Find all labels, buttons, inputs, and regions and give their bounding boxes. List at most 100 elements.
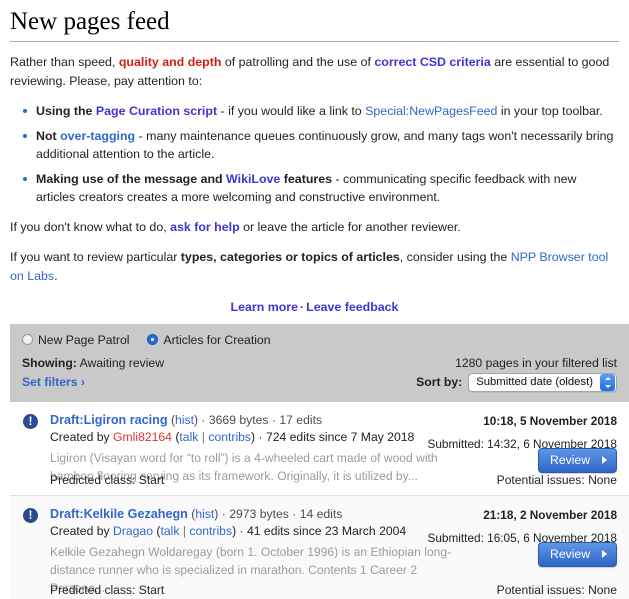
showing-label: Showing:: [22, 355, 77, 370]
leave-feedback-link[interactable]: Leave feedback: [306, 300, 398, 314]
radio-new-page-patrol[interactable]: New Page Patrol: [22, 333, 129, 347]
bullet-2-lead-text: Not: [36, 128, 61, 143]
author-edit-count: 724 edits since 7 May 2018: [265, 430, 415, 445]
contribs-link[interactable]: contribs: [208, 430, 251, 444]
learn-more-link[interactable]: Learn more: [231, 300, 298, 314]
talk-link[interactable]: talk: [160, 524, 179, 538]
radio-selected-icon[interactable]: [147, 334, 159, 346]
author-link[interactable]: Gmli82164: [113, 430, 172, 444]
potential-issues-label: Potential issues:: [496, 583, 585, 598]
learn-row-separator: ·: [300, 299, 305, 314]
bullet-1-rest-a: - if you would like a link to: [217, 103, 366, 118]
potential-issues-value: None: [588, 583, 617, 598]
review-button-label: Review: [550, 546, 590, 561]
caret-right-icon: [602, 455, 607, 464]
article-edits: 14 edits: [299, 506, 343, 521]
filtered-count: 1280 pages in your filtered list: [455, 355, 617, 370]
potential-issues-label: Potential issues:: [496, 472, 585, 487]
creation-timestamp: 10:18, 5 November 2018: [483, 413, 617, 428]
intro-paragraph-1: Rather than speed, quality and depth of …: [10, 53, 619, 91]
bullet-3-lead-tail: features: [280, 171, 332, 186]
ask-for-help-link[interactable]: ask for help: [170, 220, 240, 234]
potential-issues-value: None: [588, 472, 617, 487]
row-title-group: Draft:Kelkile Gezahegn (hist) · 2973 byt…: [50, 505, 342, 524]
sort-select[interactable]: Submitted date (oldest): [468, 372, 617, 392]
intro-p1-part-b: of patrolling and the use of: [221, 54, 375, 69]
showing-status: Showing: Awaiting review: [22, 356, 164, 370]
row-meta: (hist) · 3669 bytes · 17 edits: [170, 412, 323, 427]
sort-control-group: Sort by: Submitted date (oldest): [416, 372, 617, 392]
submitted-label: Submitted:: [427, 436, 484, 451]
intro-p3-bold: types, categories or topics of articles: [180, 250, 400, 265]
article-title-link[interactable]: Draft:Ligiron racing: [50, 413, 168, 427]
special-newpagesfeed-link[interactable]: Special:NewPagesFeed: [365, 104, 497, 118]
radio-articles-for-creation-label: Articles for Creation: [163, 332, 271, 347]
radio-new-page-patrol-label: New Page Patrol: [38, 332, 130, 347]
contribs-link[interactable]: contribs: [189, 524, 232, 538]
meta-dot: ·: [239, 524, 244, 539]
predicted-class-value: Start: [138, 583, 165, 598]
author-edit-count: 41 edits since 23 March 2004: [246, 524, 407, 539]
predicted-class-value: Start: [138, 472, 165, 487]
row-author-group: Created by Gmli82164 (talk | contribs) ·…: [50, 429, 414, 447]
row-timestamps: 21:18, 2 November 2018 Submitted: 16:05,…: [427, 506, 617, 545]
predicted-class-label: Predicted class:: [50, 472, 136, 487]
list-item: Using the Page Curation script - if you …: [23, 102, 619, 121]
showing-value: Awaiting review: [79, 355, 165, 370]
wikilove-link[interactable]: WikiLove: [226, 172, 280, 186]
potential-issues: Potential issues: None: [497, 583, 617, 597]
meta-dot: ·: [201, 412, 206, 427]
created-by-prefix: Created by: [50, 524, 110, 539]
author-link[interactable]: Dragao: [113, 524, 153, 538]
talk-link[interactable]: talk: [179, 430, 198, 444]
radio-unselected-icon[interactable]: [22, 334, 33, 346]
row-footer: Predicted class: Start Potential issues:…: [50, 470, 617, 487]
row-meta: (hist) · 2973 bytes · 14 edits: [191, 506, 343, 521]
meta-dot: ·: [271, 412, 276, 427]
over-tagging-link[interactable]: over-tagging: [60, 129, 135, 143]
article-edits: 17 edits: [279, 412, 323, 427]
link-separator: |: [201, 430, 205, 445]
page-curation-script-link[interactable]: Page Curation script: [96, 104, 217, 118]
creation-timestamp: 21:18, 2 November 2018: [483, 507, 617, 522]
article-bytes: 3669 bytes: [208, 412, 269, 427]
intro-p1-emphasis-quality: quality and depth: [118, 54, 222, 69]
feed-source-radio-group: New Page Patrol Articles for Creation: [22, 333, 617, 347]
author-links: (talk | contribs): [156, 524, 237, 539]
article-feed-list: Draft:Ligiron racing (hist) · 3669 bytes…: [10, 401, 629, 599]
intro-paragraph-2: If you don't know what to do, ask for he…: [10, 218, 619, 237]
row-footer: Predicted class: Start Potential issues:…: [50, 580, 617, 597]
intro-section: Rather than speed, quality and depth of …: [10, 53, 619, 287]
page-title: New pages feed: [10, 8, 170, 35]
intro-p1-emphasis-csd: correct CSD criteria: [374, 54, 491, 69]
article-title-link[interactable]: Draft:Kelkile Gezahegn: [50, 507, 188, 521]
predicted-class: Predicted class: Start: [50, 583, 164, 597]
row-author-group: Created by Dragao (talk | contribs) · 41…: [50, 523, 406, 541]
title-divider: [10, 40, 619, 42]
sort-select-value: Submitted date (oldest): [476, 376, 593, 389]
meta-dot: ·: [292, 506, 297, 521]
intro-p2-part-b: or leave the article for another reviewe…: [239, 219, 461, 234]
table-row[interactable]: Draft:Ligiron racing (hist) · 3669 bytes…: [10, 401, 629, 496]
showing-row: Showing: Awaiting review 1280 pages in y…: [22, 356, 617, 370]
hist-link[interactable]: hist: [175, 413, 194, 427]
predicted-class-label: Predicted class:: [50, 583, 136, 598]
submitted-label: Submitted:: [427, 530, 484, 545]
meta-dot: ·: [221, 506, 226, 521]
intro-p3-part-c: .: [54, 269, 58, 284]
radio-articles-for-creation[interactable]: Articles for Creation: [147, 333, 270, 347]
potential-issues: Potential issues: None: [497, 473, 617, 487]
exclamation-icon: [23, 507, 38, 523]
bullet-1-lead-text: Using the: [36, 103, 96, 118]
new-pages-feed-page: New pages feed Rather than speed, qualit…: [0, 8, 629, 599]
hist-link[interactable]: hist: [195, 507, 214, 521]
intro-paragraph-3: If you want to review particular types, …: [10, 248, 619, 286]
intro-p1-part-a: Rather than speed,: [10, 54, 119, 69]
review-button[interactable]: Review: [538, 541, 617, 567]
article-bytes: 2973 bytes: [229, 506, 289, 521]
set-filters-link[interactable]: Set filters ›: [22, 375, 85, 389]
table-row[interactable]: Draft:Kelkile Gezahegn (hist) · 2973 byt…: [10, 495, 629, 599]
stepper-arrows-icon[interactable]: [600, 373, 615, 391]
row-title-group: Draft:Ligiron racing (hist) · 3669 bytes…: [50, 411, 322, 430]
bullet-1-rest-b: in your top toolbar.: [497, 103, 603, 118]
